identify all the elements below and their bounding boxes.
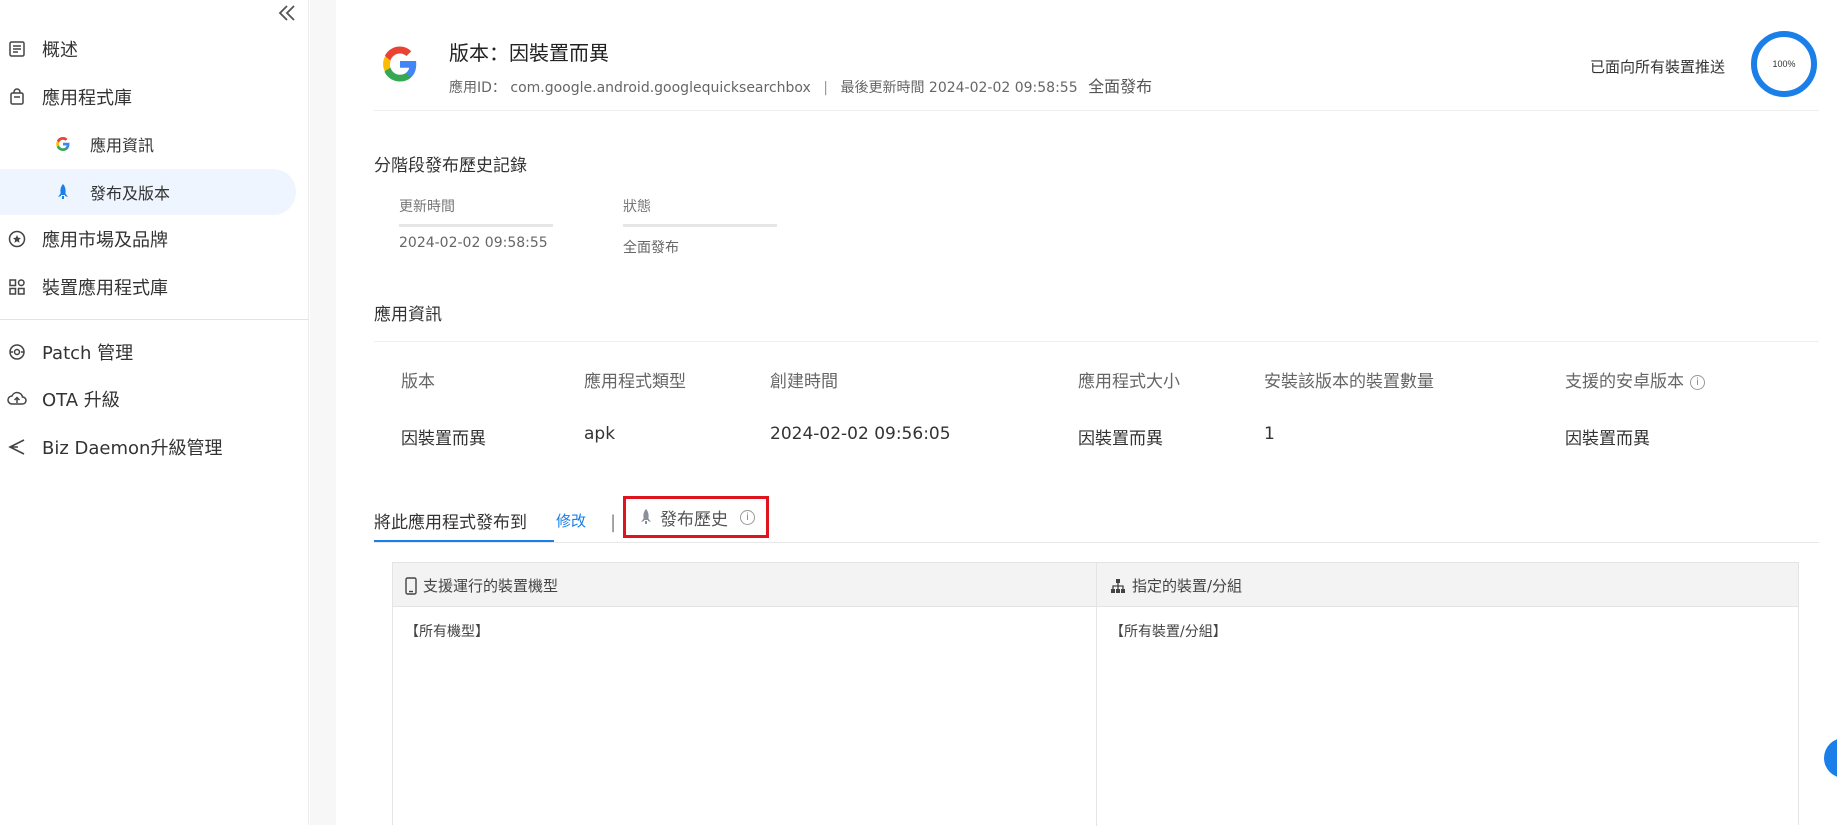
info-cell-android: 因裝置而異 bbox=[1565, 429, 1650, 449]
info-cell-device-count: 1 bbox=[1264, 424, 1275, 444]
updated-time: 2024-02-02 09:58:55 bbox=[928, 80, 1078, 96]
tab-release-history-label: 發布歷史 bbox=[660, 509, 728, 530]
header-divider bbox=[374, 110, 1819, 111]
sidebar-item-label: 應用程式庫 bbox=[42, 88, 132, 109]
phone-icon bbox=[405, 576, 423, 595]
sidebar-item-ota[interactable]: OTA 升級 bbox=[0, 376, 296, 422]
target-col-devices-label: 指定的裝置/分組 bbox=[1132, 577, 1243, 595]
sidebar-item-label: 裝置應用程式庫 bbox=[42, 278, 168, 299]
info-cell-type: apk bbox=[584, 424, 616, 444]
info-col-android-label: 支援的安卓版本 bbox=[1565, 372, 1684, 392]
app-id-label: 應用ID： bbox=[449, 80, 506, 96]
info-col-device-count: 安裝該版本的裝置數量 bbox=[1264, 372, 1434, 392]
info-icon[interactable]: i bbox=[1690, 375, 1705, 390]
sidebar: 概述 應用程式庫 應用資訊 發布及版本 應用市場及品牌 裝置應用程式庫 Patc… bbox=[0, 0, 309, 825]
google-g-icon bbox=[52, 133, 74, 155]
sidebar-item-label: 應用市場及品牌 bbox=[42, 230, 168, 251]
history-cell-status: 全面發布 bbox=[623, 240, 679, 256]
target-col-models-label: 支援運行的裝置機型 bbox=[423, 577, 559, 595]
rocket-icon bbox=[638, 508, 654, 526]
release-status: 全面發布 bbox=[1088, 77, 1153, 96]
updated-label: 最後更新時間 bbox=[840, 80, 925, 96]
app-info-divider bbox=[374, 341, 1819, 342]
push-percent-text: 100% bbox=[1772, 59, 1795, 69]
info-col-android: 支援的安卓版本 i bbox=[1565, 367, 1705, 392]
tab-separator: | bbox=[610, 512, 617, 533]
sidebar-item-release-versions[interactable]: 發布及版本 bbox=[0, 169, 296, 215]
info-cell-version: 因裝置而異 bbox=[401, 429, 486, 449]
app-id-value: com.google.android.googlequicksearchbox bbox=[510, 80, 811, 96]
rocket-icon bbox=[52, 181, 74, 203]
sidebar-item-app-market-brand[interactable]: 應用市場及品牌 bbox=[0, 216, 296, 262]
main-content: 版本：因裝置而異 應用ID： com.google.android.google… bbox=[336, 0, 1837, 826]
sidebar-item-overview[interactable]: 概述 bbox=[0, 26, 296, 72]
sidebar-item-patch[interactable]: Patch 管理 bbox=[0, 329, 296, 375]
info-col-created: 創建時間 bbox=[770, 372, 838, 392]
history-col-updated: 更新時間 bbox=[399, 196, 553, 227]
push-progress-ring: 100% bbox=[1750, 30, 1818, 98]
tab-release-history[interactable]: 發布歷史 i bbox=[623, 496, 769, 538]
shopping-bag-icon bbox=[6, 86, 28, 108]
history-cell-updated: 2024-02-02 09:58:55 bbox=[399, 235, 548, 251]
target-table-column-divider bbox=[1096, 563, 1097, 826]
sidebar-item-label: 發布及版本 bbox=[90, 184, 171, 203]
meta-separator: | bbox=[823, 80, 829, 96]
info-icon[interactable]: i bbox=[740, 509, 755, 525]
target-col-devices: 指定的裝置/分組 bbox=[1110, 575, 1242, 596]
sidebar-item-app-library[interactable]: 應用程式庫 bbox=[0, 74, 296, 120]
sidebar-item-label: Biz Daemon升級管理 bbox=[42, 438, 223, 459]
tabs-divider bbox=[374, 542, 1819, 543]
layout-gutter bbox=[310, 0, 336, 825]
apps-grid-icon bbox=[6, 276, 28, 298]
info-cell-created: 2024-02-02 09:56:05 bbox=[770, 424, 951, 444]
sidebar-divider bbox=[0, 319, 309, 320]
history-col-status: 狀態 bbox=[623, 196, 777, 227]
list-doc-icon bbox=[6, 38, 28, 60]
sidebar-item-label: OTA 升級 bbox=[42, 390, 120, 411]
target-cell-devices: 【所有裝置/分組】 bbox=[1110, 624, 1227, 640]
info-col-type: 應用程式類型 bbox=[584, 372, 686, 392]
page-title: 版本：因裝置而異 bbox=[449, 41, 609, 65]
sidebar-item-label: 應用資訊 bbox=[90, 136, 155, 155]
tab-publish-to[interactable]: 將此應用程式發布到 bbox=[374, 508, 527, 533]
info-cell-size: 因裝置而異 bbox=[1078, 429, 1163, 449]
info-col-version: 版本 bbox=[401, 372, 435, 392]
cloud-upload-icon bbox=[6, 388, 28, 410]
patch-icon bbox=[6, 341, 28, 363]
sidebar-item-app-info[interactable]: 應用資訊 bbox=[0, 121, 296, 167]
target-table: 支援運行的裝置機型 指定的裝置/分組 【所有機型】 【所有裝置/分組】 bbox=[392, 562, 1799, 826]
target-col-models: 支援運行的裝置機型 bbox=[405, 575, 558, 596]
push-status-label: 已面向所有裝置推送 bbox=[1590, 58, 1726, 76]
star-circle-icon bbox=[6, 228, 28, 250]
sidebar-item-label: 概述 bbox=[42, 40, 78, 61]
sidebar-item-label: Patch 管理 bbox=[42, 343, 134, 364]
google-logo-icon bbox=[380, 44, 420, 84]
app-meta: 應用ID： com.google.android.googlequicksear… bbox=[449, 73, 1152, 97]
edit-link[interactable]: 修改 bbox=[556, 510, 586, 531]
send-icon bbox=[6, 436, 28, 458]
org-tree-icon bbox=[1110, 578, 1132, 594]
target-cell-models: 【所有機型】 bbox=[405, 624, 489, 640]
sidebar-item-device-app-library[interactable]: 裝置應用程式庫 bbox=[0, 264, 296, 310]
sidebar-item-biz-daemon[interactable]: Biz Daemon升級管理 bbox=[0, 424, 296, 470]
staged-history-title: 分階段發布歷史記錄 bbox=[374, 156, 527, 176]
info-col-size: 應用程式大小 bbox=[1078, 372, 1180, 392]
app-info-title: 應用資訊 bbox=[374, 305, 442, 325]
